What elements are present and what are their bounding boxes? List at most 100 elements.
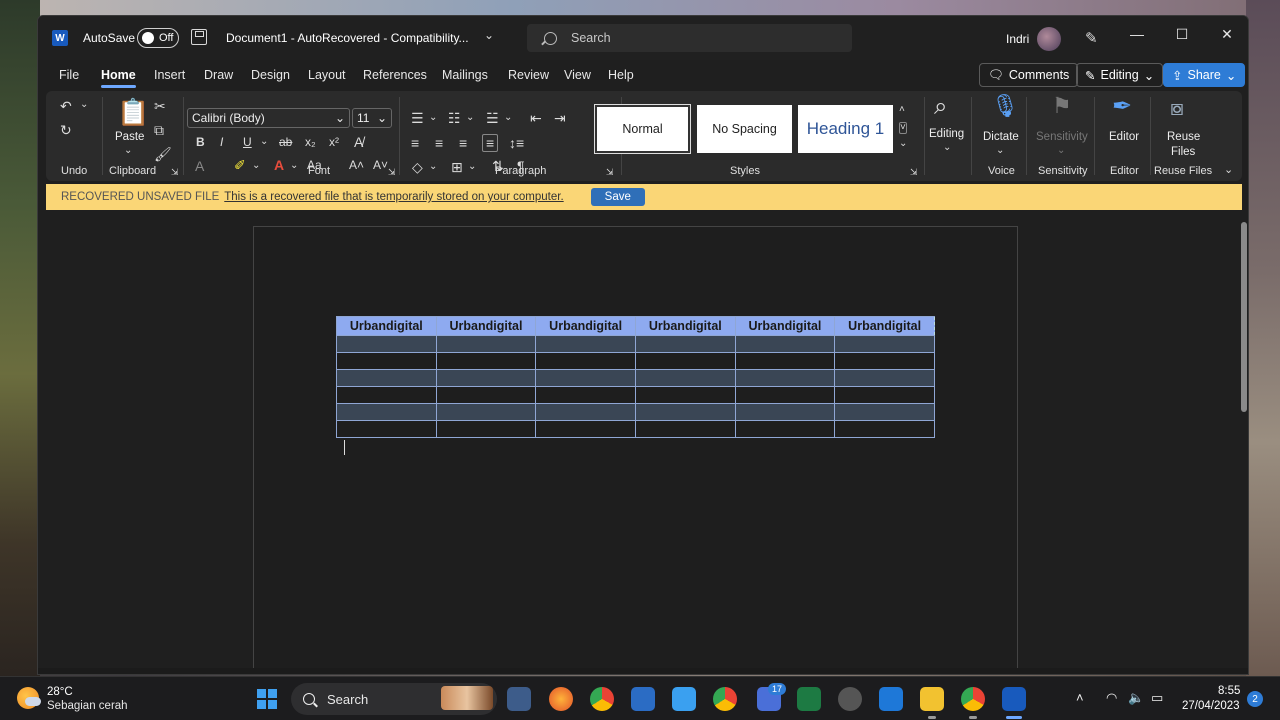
comments-button[interactable]: 🗨 Comments: [979, 63, 1079, 87]
bold-icon[interactable]: B: [196, 136, 205, 148]
document-page[interactable]: Urbandigital Urbandigital Urbandigital U…: [253, 226, 1018, 674]
copy-icon[interactable]: ⧉: [154, 123, 164, 137]
line-spacing-icon[interactable]: ↕≡: [509, 136, 524, 150]
firefox-icon[interactable]: [549, 687, 573, 711]
superscript-icon[interactable]: x²: [329, 136, 339, 148]
mail-icon[interactable]: [879, 687, 903, 711]
justify-icon[interactable]: ≡: [482, 134, 499, 152]
table-cell[interactable]: [535, 420, 636, 438]
reuse-label-line1[interactable]: Reuse: [1167, 131, 1200, 143]
tab-layout[interactable]: Layout: [308, 68, 346, 82]
align-center-icon[interactable]: ≡: [435, 136, 443, 150]
wifi-icon[interactable]: ◠: [1106, 690, 1117, 706]
table-cell[interactable]: [734, 335, 836, 353]
tab-home[interactable]: Home: [101, 68, 136, 88]
editing-mode-button[interactable]: ✎ Editing ⌄: [1076, 63, 1164, 87]
table-header-cell[interactable]: Urbandigital: [336, 316, 437, 336]
subscript-icon[interactable]: x₂: [305, 136, 316, 148]
editor-icon[interactable]: ✒: [1112, 95, 1132, 119]
notepad-icon[interactable]: [672, 687, 696, 711]
grow-font-icon[interactable]: A˄: [349, 159, 364, 171]
table-cell[interactable]: [336, 420, 437, 438]
more-styles-icon[interactable]: ⌄: [899, 139, 907, 149]
format-painter-icon[interactable]: 🖌: [154, 147, 172, 161]
dictate-label[interactable]: Dictate: [983, 131, 1019, 143]
paste-label[interactable]: Paste: [115, 131, 144, 143]
table-cell[interactable]: [634, 352, 736, 370]
save-icon[interactable]: [191, 29, 207, 45]
table-cell[interactable]: [834, 335, 935, 353]
chrome-icon-3[interactable]: [961, 687, 985, 711]
table-cell[interactable]: [834, 420, 935, 438]
borders-icon[interactable]: ⊞: [451, 160, 463, 174]
chevron-up-icon[interactable]: ˄: [1076, 690, 1084, 705]
task-view-icon[interactable]: [507, 687, 531, 711]
tab-mailings[interactable]: Mailings: [442, 68, 488, 82]
windows-start-icon[interactable]: [257, 689, 277, 709]
document-title[interactable]: Document1 - AutoRecovered - Compatibilit…: [226, 31, 469, 45]
table-header-cell[interactable]: Urbandigital: [734, 316, 836, 336]
chevron-down-icon[interactable]: ⌄: [504, 113, 512, 123]
table-cell[interactable]: [634, 403, 736, 421]
numbering-icon[interactable]: ☷: [448, 111, 461, 125]
reuse-files-icon[interactable]: ⧇: [1170, 97, 1184, 119]
autosave-toggle[interactable]: Off: [137, 28, 179, 48]
obs-icon[interactable]: [838, 687, 862, 711]
search-box[interactable]: Search: [527, 24, 852, 52]
minimize-icon[interactable]: —: [1125, 26, 1149, 42]
close-icon[interactable]: ✕: [1215, 26, 1239, 43]
table-cell[interactable]: [336, 369, 437, 387]
maximize-icon[interactable]: ☐: [1170, 26, 1194, 43]
italic-icon[interactable]: I: [220, 136, 223, 148]
table-cell[interactable]: [435, 403, 537, 421]
tab-design[interactable]: Design: [251, 68, 290, 82]
text-effects-icon[interactable]: A: [195, 159, 204, 173]
font-color-icon[interactable]: A: [274, 158, 284, 172]
chrome-icon-2[interactable]: [713, 687, 737, 711]
chevron-down-icon[interactable]: ⌄: [996, 146, 1004, 156]
excel-icon[interactable]: [797, 687, 821, 711]
chevron-down-icon[interactable]: ⌄: [429, 113, 437, 123]
table-cell[interactable]: [336, 403, 437, 421]
weather-condition[interactable]: Sebagian cerah: [47, 700, 128, 712]
table-header-cell[interactable]: Urbandigital: [435, 316, 537, 336]
user-name[interactable]: Indri: [1006, 32, 1029, 46]
dialog-launcher-icon[interactable]: ⇲: [606, 168, 614, 177]
table-header-cell[interactable]: Urbandigital: [535, 316, 636, 336]
chevron-down-icon[interactable]: ⌄: [468, 162, 476, 172]
table-cell[interactable]: [734, 386, 836, 404]
table-cell[interactable]: [834, 386, 935, 404]
tab-review[interactable]: Review: [508, 68, 549, 82]
collapse-ribbon-icon[interactable]: ⌄: [1224, 165, 1233, 176]
recovered-save-button[interactable]: Save: [590, 188, 645, 206]
weather-temperature[interactable]: 28°C: [47, 686, 73, 698]
chevron-down-icon[interactable]: ⌄: [80, 100, 88, 110]
table-cell[interactable]: [435, 369, 537, 387]
table-cell[interactable]: [336, 352, 437, 370]
table-cell[interactable]: [535, 352, 636, 370]
table-cell[interactable]: [435, 386, 537, 404]
scroll-down-icon[interactable]: ˅: [899, 122, 907, 134]
tab-file[interactable]: File: [59, 68, 79, 82]
reuse-label-line2[interactable]: Files: [1171, 146, 1195, 158]
strikethrough-icon[interactable]: ab: [279, 136, 292, 148]
dialog-launcher-icon[interactable]: ⇲: [171, 168, 179, 177]
tab-help[interactable]: Help: [608, 68, 634, 82]
decrease-indent-icon[interactable]: ⇤: [530, 111, 542, 125]
document-canvas[interactable]: Urbandigital Urbandigital Urbandigital U…: [38, 212, 1248, 674]
table-cell[interactable]: [535, 386, 636, 404]
table-cell[interactable]: [535, 335, 636, 353]
chevron-down-icon[interactable]: ⌄: [290, 161, 298, 171]
table-cell[interactable]: [435, 335, 537, 353]
underline-icon[interactable]: U: [243, 136, 252, 148]
shading-icon[interactable]: ◇: [412, 160, 423, 174]
dialog-launcher-icon[interactable]: ⇲: [910, 168, 918, 177]
tab-view[interactable]: View: [564, 68, 591, 82]
table-cell[interactable]: [734, 352, 836, 370]
designer-pen-icon[interactable]: ✎: [1085, 29, 1098, 47]
align-right-icon[interactable]: ≡: [459, 136, 467, 150]
editing-label[interactable]: Editing: [929, 128, 964, 140]
battery-icon[interactable]: ▭: [1151, 690, 1163, 706]
style-normal[interactable]: Normal: [594, 104, 691, 154]
align-left-icon[interactable]: ≡: [411, 136, 419, 150]
